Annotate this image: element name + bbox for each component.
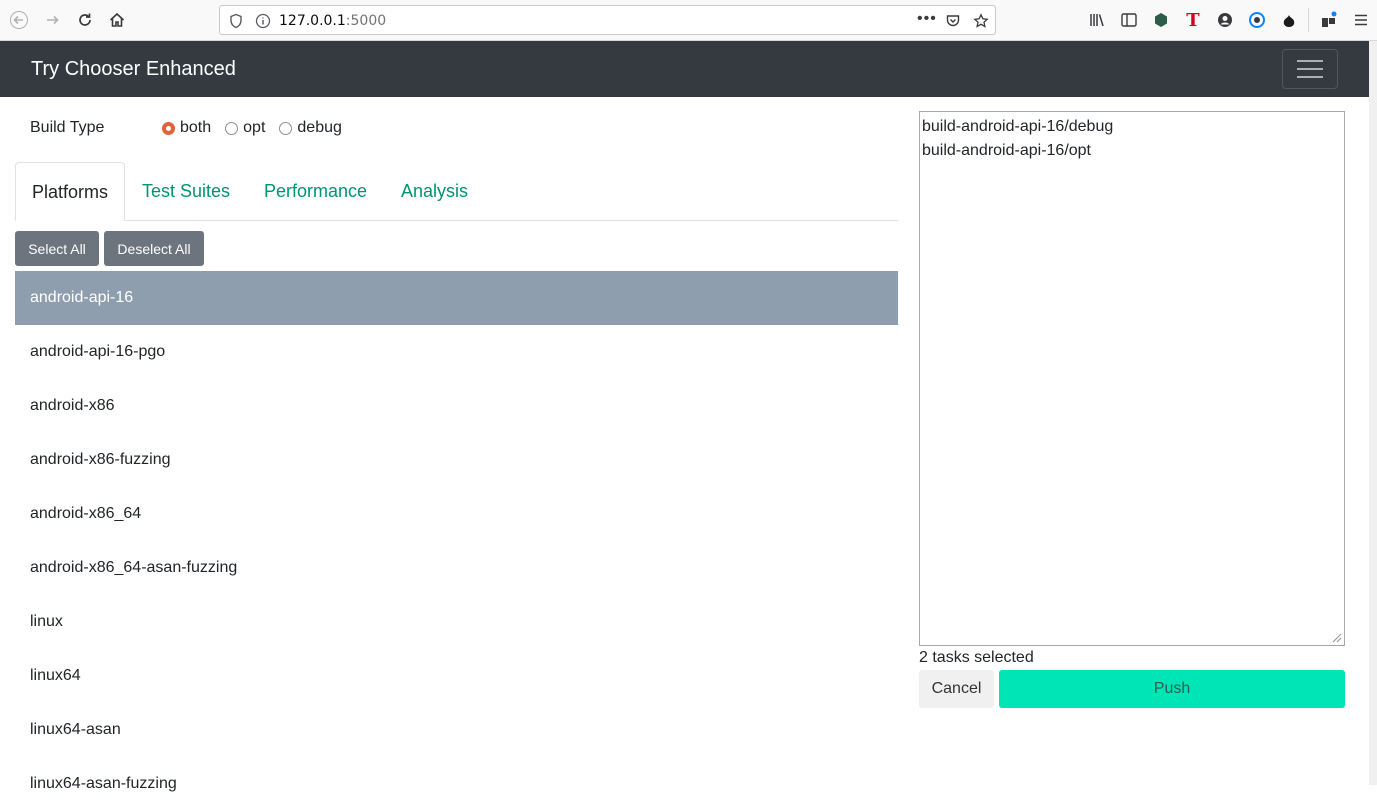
- navbar-toggler-button[interactable]: [1282, 49, 1338, 89]
- bookmark-star-icon[interactable]: [973, 13, 989, 29]
- deselect-all-button[interactable]: Deselect All: [104, 231, 204, 266]
- tab-platforms[interactable]: Platforms: [15, 162, 126, 221]
- reload-icon: [79, 13, 91, 26]
- back-button[interactable]: [5, 6, 33, 34]
- hamburger-icon-bar: [1297, 60, 1323, 62]
- radio-both[interactable]: [162, 121, 175, 135]
- sidebar-icon[interactable]: [1120, 11, 1138, 29]
- radio-opt[interactable]: [225, 121, 239, 135]
- account-icon[interactable]: [1216, 11, 1234, 29]
- radio-debug[interactable]: [279, 121, 293, 135]
- cancel-button[interactable]: Cancel: [919, 670, 994, 708]
- task-count-text: 2 tasks selected: [919, 649, 1034, 666]
- list-item[interactable]: linux64-asan-fuzzing: [15, 757, 898, 811]
- list-item[interactable]: android-x86_64-asan-fuzzing: [15, 541, 898, 595]
- build-type-both-option[interactable]: both: [162, 119, 211, 137]
- tab-performance[interactable]: Performance: [248, 162, 383, 221]
- url-bar[interactable]: 127.0.0.1:5000 •••: [219, 5, 996, 35]
- extension-hex-icon[interactable]: [1152, 11, 1170, 29]
- extension-gnome-icon[interactable]: [1280, 11, 1298, 29]
- library-icon[interactable]: [1088, 11, 1106, 29]
- info-icon: [255, 13, 271, 29]
- list-item[interactable]: android-x86_64: [15, 487, 898, 541]
- task-line: build-android-api-16/opt: [922, 142, 1091, 159]
- task-line: build-android-api-16/debug: [922, 118, 1114, 135]
- list-item[interactable]: android-x86: [15, 379, 898, 433]
- home-icon: [109, 12, 125, 27]
- list-item[interactable]: linux: [15, 595, 898, 649]
- select-all-button[interactable]: Select All: [15, 231, 99, 266]
- extension-t-icon[interactable]: T: [1184, 10, 1202, 31]
- radio-both-label: both: [180, 119, 212, 136]
- reload-button[interactable]: [71, 6, 99, 34]
- menu-icon[interactable]: [1352, 11, 1370, 29]
- page-actions-icon[interactable]: •••: [917, 10, 937, 28]
- list-item[interactable]: android-x86-fuzzing: [15, 433, 898, 487]
- forward-button[interactable]: [39, 6, 67, 34]
- build-type-debug-option[interactable]: debug: [279, 119, 342, 137]
- page-scrollbar[interactable]: [1369, 41, 1377, 785]
- toolbar-divider: [1308, 8, 1309, 32]
- browser-toolbar: 127.0.0.1:5000 ••• T: [0, 0, 1377, 41]
- resize-grip-icon[interactable]: [1330, 631, 1342, 643]
- tab-test-suites[interactable]: Test Suites: [126, 162, 246, 221]
- platform-list: android-api-16 android-api-16-pgo androi…: [15, 271, 898, 811]
- list-item[interactable]: android-api-16: [15, 271, 898, 325]
- extension-badge-icon[interactable]: [1248, 11, 1266, 29]
- url-text: 127.0.0.1:5000: [279, 13, 387, 29]
- hamburger-icon-bar: [1297, 68, 1323, 70]
- back-arrow-icon: [10, 11, 28, 29]
- tab-analysis[interactable]: Analysis: [385, 162, 484, 221]
- list-item[interactable]: linux64: [15, 649, 898, 703]
- hamburger-icon-bar: [1297, 76, 1323, 78]
- build-type-radio-group: both opt debug: [162, 119, 356, 137]
- forward-arrow-icon: [47, 15, 59, 25]
- push-button[interactable]: Push: [999, 670, 1345, 708]
- category-tabs: Platforms Test Suites Performance Analys…: [15, 162, 898, 221]
- extensions-puzzle-icon[interactable]: [1320, 11, 1338, 29]
- home-button[interactable]: [103, 6, 131, 34]
- selected-tasks-textarea[interactable]: build-android-api-16/debug build-android…: [919, 111, 1345, 646]
- app-navbar: Try Chooser Enhanced: [0, 41, 1369, 97]
- list-item[interactable]: linux64-asan: [15, 703, 898, 757]
- radio-opt-label: opt: [243, 119, 266, 136]
- build-type-label: Build Type: [30, 119, 105, 136]
- pocket-icon[interactable]: [945, 13, 961, 29]
- build-type-opt-option[interactable]: opt: [225, 119, 265, 137]
- radio-debug-label: debug: [297, 119, 342, 136]
- navbar-brand[interactable]: Try Chooser Enhanced: [31, 58, 236, 81]
- shield-icon: [230, 13, 242, 29]
- list-item[interactable]: android-api-16-pgo: [15, 325, 898, 379]
